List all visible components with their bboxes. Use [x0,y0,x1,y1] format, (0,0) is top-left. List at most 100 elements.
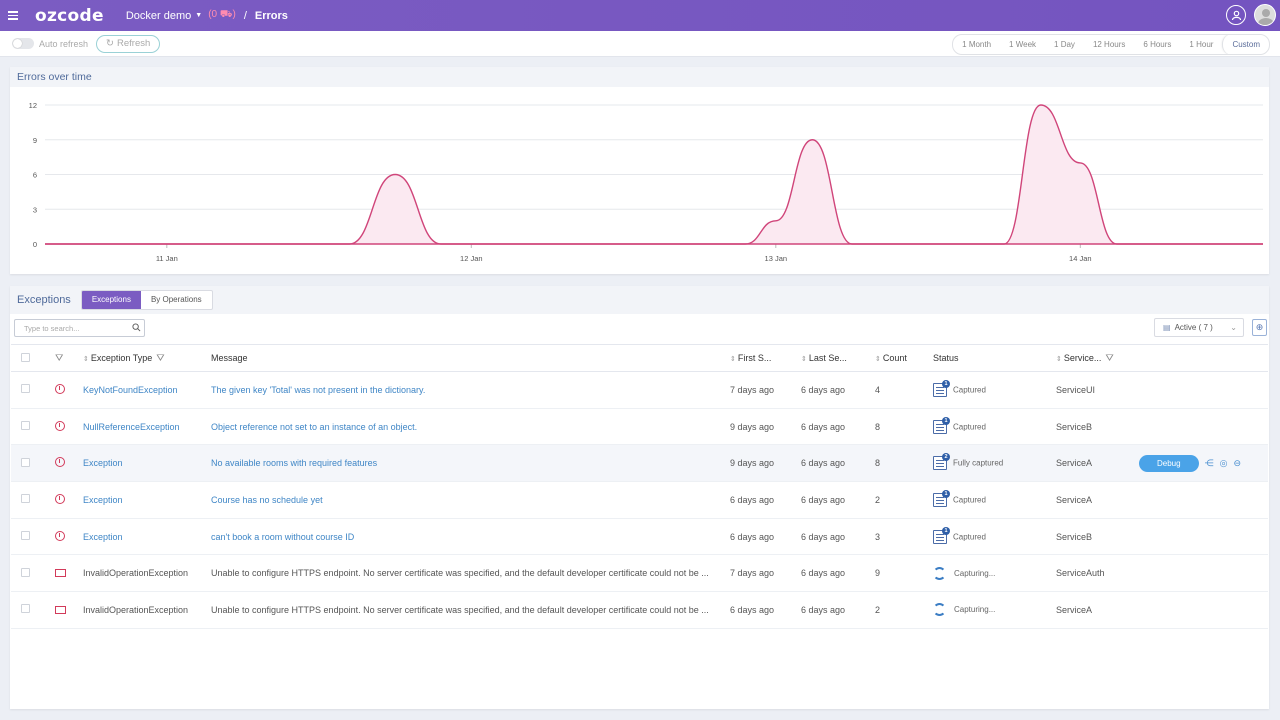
share-icon[interactable]: ⋲ [1205,458,1214,468]
error-count: 3 [875,531,881,542]
list-icon: ▤ [1163,323,1171,332]
exception-type[interactable]: Exception [83,458,123,468]
col-first-seen[interactable]: First S... [738,353,772,363]
snapshot-count-badge: 2 [942,453,950,462]
range-12-hours[interactable]: 12 Hours [1084,35,1134,54]
col-count[interactable]: Count [883,353,907,363]
table-row[interactable]: InvalidOperationException Unable to confi… [11,591,1268,629]
auto-refresh-label: Auto refresh [39,38,89,49]
resolve-icon[interactable]: ◎ [1220,458,1228,468]
exception-message[interactable]: Course has no schedule yet [211,495,323,505]
exception-type[interactable]: NullReferenceException [83,422,180,432]
tab-by-operations[interactable]: By Operations [141,291,212,309]
column-settings-icon[interactable]: ⊕ [1252,319,1267,336]
auto-refresh-toggle[interactable] [12,38,34,49]
sort-icon[interactable]: ⇕ [1056,356,1062,363]
first-seen: 9 days ago [730,421,775,432]
user-icon[interactable] [1226,5,1246,25]
range-custom[interactable]: Custom [1222,35,1269,54]
exception-type[interactable]: InvalidOperationException [83,605,188,615]
status-text: Captured [953,495,986,505]
exception-type[interactable]: Exception [83,495,123,505]
avatar[interactable] [1254,4,1276,26]
range-6-hours[interactable]: 6 Hours [1134,35,1180,54]
row-checkbox[interactable] [21,567,30,577]
exception-type-icon [55,530,65,541]
chevron-down-icon: ▼ [195,12,203,19]
status-filter-dropdown[interactable]: ▤ Active ( 7 ) ⌄ [1154,318,1244,337]
filter-icon[interactable]: ⛛ [1105,353,1113,364]
select-all-checkbox[interactable] [21,352,30,362]
service-name: ServiceAuth [1056,568,1105,579]
page-title: Errors [254,9,288,22]
col-last-seen[interactable]: Last Se... [809,353,847,363]
exception-type[interactable]: Exception [83,532,123,542]
toolbar: Auto refresh ↻ Refresh 1 Month 1 Week 1 … [0,31,1280,57]
ignore-icon[interactable]: ⊖ [1233,458,1241,468]
range-1-day[interactable]: 1 Day [1045,35,1084,54]
bug-icon: ⛟ [219,9,233,20]
refresh-button[interactable]: ↻ Refresh [96,34,161,53]
warning-icon [55,605,66,614]
row-checkbox[interactable] [21,494,30,504]
y-tick-label: 9 [33,136,37,145]
status-text: Fully captured [953,458,1004,468]
error-count: 8 [875,421,881,432]
project-selector[interactable]: Docker demo ▼ (0 ⛟) [126,9,236,22]
sort-icon[interactable]: ⇕ [730,356,736,363]
tab-exceptions[interactable]: Exceptions [81,291,141,309]
exception-type[interactable]: InvalidOperationException [83,568,188,578]
exception-message[interactable]: Unable to configure HTTPS endpoint. No s… [211,568,709,578]
table-row[interactable]: NullReferenceException Object reference n… [11,408,1268,446]
time-range-selector: 1 Month 1 Week 1 Day 12 Hours 6 Hours 1 … [952,34,1270,55]
exception-message[interactable]: The given key 'Total' was not present in… [211,385,425,395]
table-row[interactable]: Exception Course has no schedule yet 6 day… [11,481,1268,519]
x-tick-label: 11 Jan [156,254,178,263]
row-checkbox[interactable] [21,531,30,541]
ozcode-logo[interactable]: ozcode [35,6,104,26]
exception-message[interactable]: Unable to configure HTTPS endpoint. No s… [211,605,709,615]
col-service[interactable]: Service... [1064,353,1102,363]
hamburger-menu-icon[interactable] [1,0,25,31]
search-input[interactable]: Type to search... [14,319,145,337]
range-1-week[interactable]: 1 Week [1000,35,1045,54]
last-seen: 6 days ago [801,421,846,432]
table-row[interactable]: Exception can't book a room without cours… [11,518,1268,556]
filter-icon[interactable]: ⛛ [55,353,63,364]
sort-icon[interactable]: ⇕ [875,356,881,363]
y-tick-label: 3 [33,205,37,214]
exception-message[interactable]: can't book a room without course ID [211,532,354,542]
row-checkbox[interactable] [21,457,30,467]
row-checkbox[interactable] [21,421,30,431]
col-status[interactable]: Status [933,353,959,363]
snapshot-icon[interactable]: 1 [933,379,950,397]
chart-title: Errors over time [10,67,1269,87]
snapshot-icon[interactable]: 1 [933,416,950,434]
range-1-month[interactable]: 1 Month [953,35,1000,54]
table-row[interactable]: KeyNotFoundException The given key 'Total… [11,371,1268,409]
snapshot-icon[interactable]: 1 [933,489,950,507]
search-placeholder: Type to search... [24,324,80,333]
status-text: Captured [953,385,986,395]
col-exception-type[interactable]: Exception Type [91,353,152,363]
row-checkbox[interactable] [21,384,30,394]
exception-type[interactable]: KeyNotFoundException [83,385,178,395]
sort-icon[interactable]: ⇕ [801,356,807,363]
last-seen: 6 days ago [801,568,846,579]
filter-icon[interactable]: ⛛ [156,353,164,364]
exception-message[interactable]: No available rooms with required feature… [211,458,377,468]
search-icon[interactable] [132,323,141,332]
snapshot-count-badge: 1 [942,379,950,388]
exception-message[interactable]: Object reference not set to an instance … [211,422,417,432]
range-1-hour[interactable]: 1 Hour [1180,35,1222,54]
col-message[interactable]: Message [211,353,248,363]
sort-icon[interactable]: ⇕ [83,356,89,363]
debug-button[interactable]: Debug [1139,454,1199,472]
row-checkbox[interactable] [21,604,30,614]
table-row[interactable]: InvalidOperationException Unable to confi… [11,554,1268,593]
snapshot-icon[interactable]: 1 [933,526,950,544]
snapshot-icon[interactable]: 2 [933,453,950,471]
table-row[interactable]: Exception No available rooms with require… [11,444,1268,483]
breadcrumb-separator: / [243,9,247,22]
refresh-icon: ↻ [106,38,114,49]
